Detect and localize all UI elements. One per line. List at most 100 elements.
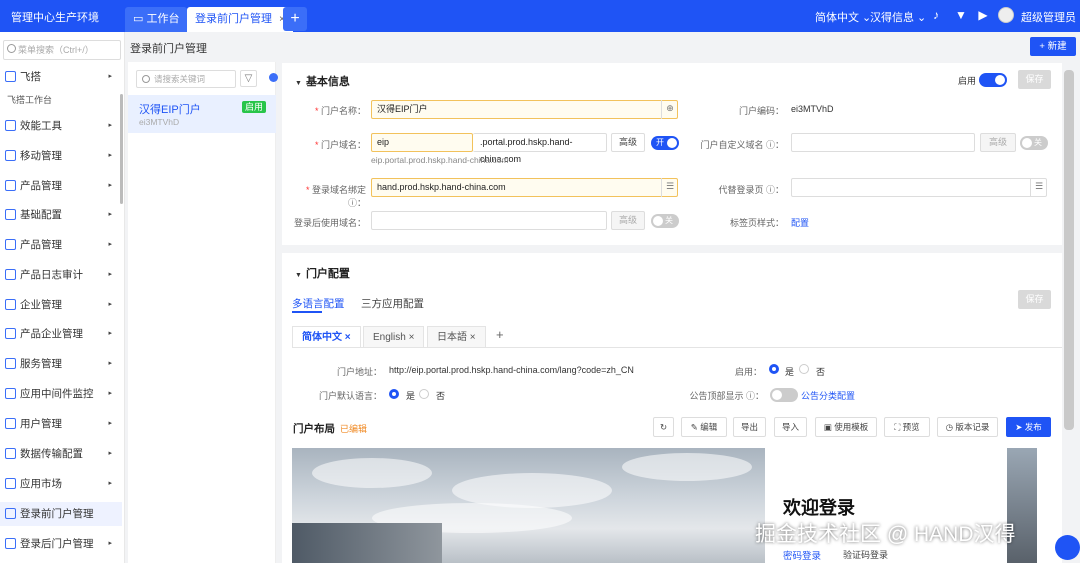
new-button[interactable]: + 新建 xyxy=(1030,37,1076,56)
sidebar-item-product[interactable]: 产品管理 ▸ xyxy=(0,174,122,198)
chevron-right-icon: ▸ xyxy=(108,241,112,248)
enable-toggle[interactable] xyxy=(979,73,1007,87)
default-lang-yes-radio[interactable] xyxy=(389,389,399,399)
menu-search-input[interactable]: 菜单搜索（Ctrl+/） xyxy=(3,40,121,60)
sidebar-item-enterprise[interactable]: 企业管理 ▸ xyxy=(0,293,122,317)
after-login-domain-input[interactable] xyxy=(371,211,607,230)
edit-button[interactable]: ✎ 编辑 xyxy=(681,417,727,437)
custom-domain-input[interactable] xyxy=(791,133,975,152)
shirt-icon[interactable]: ▼ xyxy=(954,8,968,22)
portal-list: 请搜索关键词 ▽ 汉得EIP门户 ei3MTVhD 启用 xyxy=(128,62,278,563)
lang-tab-zh[interactable]: 简体中文 × xyxy=(292,326,361,348)
preview-background-image xyxy=(292,448,765,563)
sidebar-scrollbar[interactable] xyxy=(120,94,123,204)
export-button[interactable]: 导出 xyxy=(733,417,766,437)
assistant-button[interactable] xyxy=(1055,535,1080,560)
tab-workbench[interactable]: ▭ 工作台 xyxy=(125,7,188,32)
notice-toggle[interactable] xyxy=(770,388,798,402)
select-icon[interactable]: ☰ xyxy=(661,178,678,197)
sidebar-item-label: 企业管理 xyxy=(20,299,62,311)
sidebar-item-audit[interactable]: 产品日志审计 ▸ xyxy=(0,263,122,287)
after-login-toggle[interactable]: 关 xyxy=(651,214,679,228)
select-icon[interactable]: ☰ xyxy=(1030,178,1047,197)
enable-no-radio[interactable] xyxy=(799,364,809,374)
info-icon[interactable] xyxy=(269,73,278,82)
menu-icon xyxy=(5,478,16,489)
chevron-right-icon: ▸ xyxy=(108,360,112,367)
play-icon[interactable]: ▶ xyxy=(976,8,990,22)
domain-toggle[interactable]: 开 xyxy=(651,136,679,150)
radio-label: 是 xyxy=(406,391,416,401)
sidebar-item-pre-login-portal[interactable]: 登录前门户管理 xyxy=(0,502,122,526)
app-title: 管理中心生产环境 xyxy=(11,12,99,24)
filter-icon[interactable]: ▽ xyxy=(240,70,257,87)
bell-icon[interactable]: ♪ xyxy=(929,8,943,22)
sidebar-item-middleware[interactable]: 应用中间件监控 ▸ xyxy=(0,382,122,406)
preview-icon: ⛶ xyxy=(894,422,903,432)
chevron-right-icon: ▸ xyxy=(108,211,112,218)
custom-advanced-button[interactable]: 高级 xyxy=(980,133,1016,152)
proxy-login-input[interactable] xyxy=(791,178,1047,197)
tab-multilang[interactable]: 多语言配置 xyxy=(292,296,345,311)
refresh-button[interactable]: ↻ xyxy=(653,417,674,437)
portal-name-input[interactable]: 汉得EIP门户 xyxy=(371,100,678,119)
sidebar-item-label: 登录前门户管理 xyxy=(20,508,94,520)
sidebar-item-label: 应用市场 xyxy=(20,478,62,490)
enable-yes-radio[interactable] xyxy=(769,364,779,374)
sidebar-item-label: 产品日志审计 xyxy=(20,269,83,281)
portal-config-title[interactable]: ▼ 门户配置 xyxy=(295,265,350,281)
advanced-button[interactable]: 高级 xyxy=(611,133,645,152)
input-value: hand.prod.hskp.hand-china.com xyxy=(377,182,506,192)
bind-domain-input[interactable]: hand.prod.hskp.hand-china.com xyxy=(371,178,678,197)
sidebar-item-app-market[interactable]: 应用市场 ▸ xyxy=(0,472,122,496)
add-tab-button[interactable]: + xyxy=(283,7,307,31)
list-item[interactable]: 汉得EIP门户 ei3MTVhD 启用 xyxy=(128,95,276,133)
code-login-tab[interactable]: 验证码登录 xyxy=(843,548,888,561)
publish-button[interactable]: ➤ 发布 xyxy=(1006,417,1051,437)
notice-category-link[interactable]: 公告分类配置 xyxy=(801,389,855,402)
domain-prefix-input[interactable]: eip xyxy=(371,133,473,152)
sidebar-item-product-2[interactable]: 产品管理 ▸ xyxy=(0,233,122,257)
version-history-button[interactable]: ◷ 版本记录 xyxy=(937,417,998,437)
preview-button[interactable]: ⛶ 预览 xyxy=(884,417,930,437)
sidebar-item-product-enterprise[interactable]: 产品企业管理 ▸ xyxy=(0,322,122,346)
org-select[interactable]: 汉得信息 ⌄ xyxy=(870,9,926,25)
toggle-knob xyxy=(995,75,1005,85)
sidebar-item-efficiency[interactable]: 效能工具 ▸ xyxy=(0,114,122,138)
save-button[interactable]: 保存 xyxy=(1018,70,1051,89)
globe-icon[interactable]: ⊕ xyxy=(661,100,678,119)
sidebar-item-label: 产品企业管理 xyxy=(20,328,83,340)
avatar[interactable] xyxy=(998,7,1014,23)
config-save-button[interactable]: 保存 xyxy=(1018,290,1051,309)
add-lang-icon[interactable]: + xyxy=(496,327,504,342)
portal-code-label: 门户编码： xyxy=(738,106,784,116)
password-login-tab[interactable]: 密码登录 xyxy=(783,548,821,562)
language-select[interactable]: 简体中文 ⌄ xyxy=(815,9,871,25)
template-button[interactable]: ▣ 使用模板 xyxy=(815,417,877,437)
sidebar-item-service[interactable]: 服务管理 ▸ xyxy=(0,352,122,376)
sidebar-item-mobile[interactable]: 移动管理 ▸ xyxy=(0,144,122,168)
custom-domain-toggle[interactable]: 关 xyxy=(1020,136,1048,150)
tab-style-config-link[interactable]: 配置 xyxy=(791,216,809,229)
chevron-right-icon: ▸ xyxy=(108,330,112,337)
tab-third-party[interactable]: 三方应用配置 xyxy=(361,296,424,311)
sidebar-item-data-transfer[interactable]: 数据传输配置 ▸ xyxy=(0,442,122,466)
menu-icon xyxy=(5,299,16,310)
sidebar-item-post-login-portal[interactable]: 登录后门户管理 ▸ xyxy=(0,532,122,556)
menu-icon xyxy=(5,448,16,459)
page-scrollbar[interactable] xyxy=(1064,70,1074,430)
import-button[interactable]: 导入 xyxy=(774,417,807,437)
basic-info-title[interactable]: ▼ 基本信息 xyxy=(295,73,350,89)
sidebar-item-basic-config[interactable]: 基础配置 ▸ xyxy=(0,203,122,227)
lang-tab-ja[interactable]: 日本語 × xyxy=(427,326,486,348)
list-search-input[interactable]: 请搜索关键词 xyxy=(136,70,236,88)
address-value: http://eip.portal.prod.hskp.hand-china.c… xyxy=(389,365,634,375)
lang-tab-en[interactable]: English × xyxy=(363,326,425,348)
after-login-advanced-button[interactable]: 高级 xyxy=(611,211,645,230)
tab-portal-management[interactable]: 登录前门户管理 × xyxy=(187,7,293,32)
sidebar-item-users[interactable]: 用户管理 ▸ xyxy=(0,412,122,436)
default-lang-no-radio[interactable] xyxy=(419,389,429,399)
menu-icon xyxy=(5,150,16,161)
sidebar-item-feida[interactable]: 飞搭 ▸ xyxy=(0,65,122,89)
chevron-right-icon: ▸ xyxy=(108,182,112,189)
